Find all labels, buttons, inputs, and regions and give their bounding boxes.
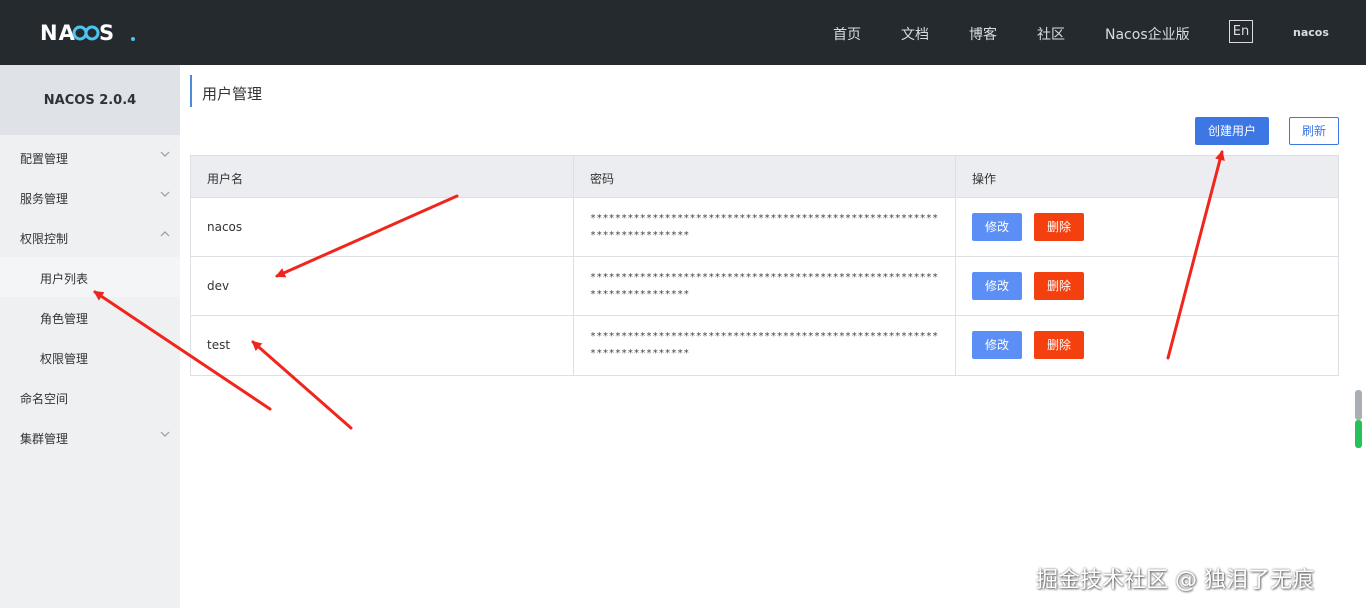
table-row: dev ************************************… (191, 257, 1338, 316)
table-row: nacos **********************************… (191, 198, 1338, 257)
edit-button[interactable]: 修改 (972, 272, 1022, 300)
scrollbar-indicator (1355, 420, 1362, 448)
sidebar-item-label: 命名空间 (20, 392, 69, 406)
edit-button[interactable]: 修改 (972, 213, 1022, 241)
refresh-button[interactable]: 刷新 (1289, 117, 1339, 145)
password-cell: ****************************************… (574, 198, 956, 256)
column-header-label: 密码 (590, 172, 615, 186)
svg-text:S: S (99, 21, 115, 43)
chevron-up-icon (160, 231, 170, 237)
username: test (207, 338, 231, 352)
main-content: 用户管理 创建用户 刷新 用户名 密码 操作 nacos ***********… (180, 65, 1366, 608)
current-user[interactable]: nacos (1293, 26, 1329, 39)
table-row: test ***********************************… (191, 316, 1338, 375)
page-scrollbar[interactable] (1355, 390, 1362, 450)
username-cell: dev (191, 257, 574, 315)
sidebar-item-permission-management[interactable]: 权限管理 (0, 337, 180, 377)
top-header: NA S 首页 文档 博客 社区 Nacos企业版 En nacos (0, 0, 1366, 65)
username-cell: nacos (191, 198, 574, 256)
sidebar-item-user-list[interactable]: 用户列表 (0, 257, 180, 297)
sidebar-item-label: 服务管理 (20, 192, 69, 206)
delete-button[interactable]: 删除 (1034, 331, 1084, 359)
nav-blog[interactable]: 博客 (969, 24, 997, 44)
column-header-label: 操作 (972, 172, 997, 186)
sidebar-item-label: 用户列表 (40, 272, 89, 286)
password-masked: ****************************************… (590, 331, 939, 359)
nacos-logo[interactable]: NA S (40, 17, 136, 47)
sidebar-item-label: 权限管理 (40, 352, 89, 366)
nav-enterprise[interactable]: Nacos企业版 (1105, 24, 1190, 44)
column-header-username: 用户名 (191, 156, 574, 197)
page-title-accent: 用户管理 (190, 75, 262, 107)
sidebar: NACOS 2.0.4 配置管理 服务管理 权限控制 用户列表 角色管理 权限管… (0, 65, 180, 608)
table-header: 用户名 密码 操作 (191, 156, 1338, 198)
nacos-logo-icon: NA S (40, 21, 135, 43)
password-masked: ****************************************… (590, 272, 939, 300)
password-cell: ****************************************… (574, 316, 956, 375)
username-cell: test (191, 316, 574, 375)
sidebar-item-service[interactable]: 服务管理 (0, 177, 180, 217)
chevron-down-icon (160, 191, 170, 197)
password-masked: ****************************************… (590, 213, 939, 241)
scrollbar-thumb[interactable] (1355, 390, 1362, 420)
version-label: NACOS 2.0.4 (0, 65, 180, 135)
username: dev (207, 279, 230, 293)
actions-cell: 修改 删除 (956, 257, 1338, 315)
sidebar-item-label: 集群管理 (20, 432, 69, 446)
delete-button[interactable]: 删除 (1034, 213, 1084, 241)
sidebar-item-namespace[interactable]: 命名空间 (0, 377, 180, 417)
sidebar-item-role-management[interactable]: 角色管理 (0, 297, 180, 337)
sidebar-item-label: 权限控制 (20, 232, 69, 246)
page-title: 用户管理 (202, 85, 263, 103)
nav-home[interactable]: 首页 (833, 24, 861, 44)
sidebar-item-auth[interactable]: 权限控制 (0, 217, 180, 257)
create-user-button[interactable]: 创建用户 (1195, 117, 1269, 145)
nav-docs[interactable]: 文档 (901, 24, 929, 44)
sidebar-item-config[interactable]: 配置管理 (0, 137, 180, 177)
edit-button[interactable]: 修改 (972, 331, 1022, 359)
actions-cell: 修改 删除 (956, 198, 1338, 256)
column-header-label: 用户名 (207, 172, 244, 186)
nav-community[interactable]: 社区 (1037, 24, 1065, 44)
chevron-down-icon (160, 151, 170, 157)
column-header-password: 密码 (574, 156, 956, 197)
svg-text:NA: NA (40, 21, 76, 43)
sidebar-item-cluster[interactable]: 集群管理 (0, 417, 180, 457)
user-table: 用户名 密码 操作 nacos ************************… (190, 155, 1339, 376)
watermark-text: 掘金技术社区 @ 独泪了无痕 (1036, 568, 1314, 593)
username: nacos (207, 220, 243, 234)
chevron-down-icon (160, 431, 170, 437)
password-cell: ****************************************… (574, 257, 956, 315)
language-toggle-button[interactable]: En (1229, 20, 1253, 43)
column-header-actions: 操作 (956, 156, 1338, 197)
sidebar-item-label: 配置管理 (20, 152, 69, 166)
sidebar-item-label: 角色管理 (40, 312, 89, 326)
delete-button[interactable]: 删除 (1034, 272, 1084, 300)
actions-cell: 修改 删除 (956, 316, 1338, 375)
